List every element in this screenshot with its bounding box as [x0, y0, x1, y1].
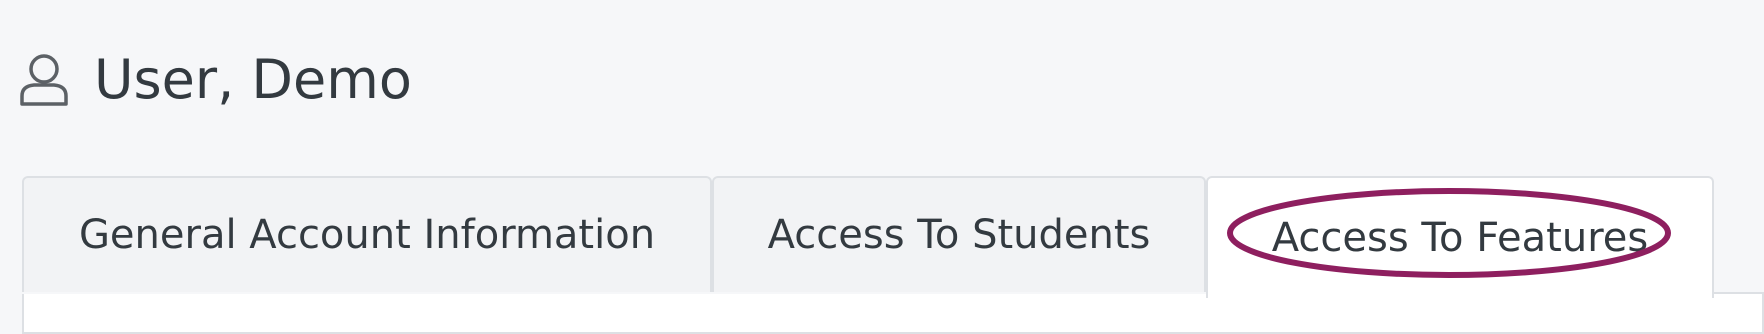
- page-title: User, Demo: [94, 48, 412, 111]
- tab-label: Access To Features: [1271, 215, 1649, 261]
- page-header: User, Demo: [18, 50, 412, 110]
- tab-access-to-features[interactable]: Access To Features: [1206, 176, 1714, 298]
- user-icon: [18, 52, 70, 108]
- tab-general-account-information[interactable]: General Account Information: [22, 176, 712, 292]
- tab-label: Access To Students: [767, 212, 1151, 258]
- tab-bar: General Account Information Access To St…: [22, 176, 1764, 298]
- content-panel: [22, 294, 1764, 334]
- tab-access-to-students[interactable]: Access To Students: [712, 176, 1206, 292]
- tab-label: General Account Information: [78, 212, 656, 258]
